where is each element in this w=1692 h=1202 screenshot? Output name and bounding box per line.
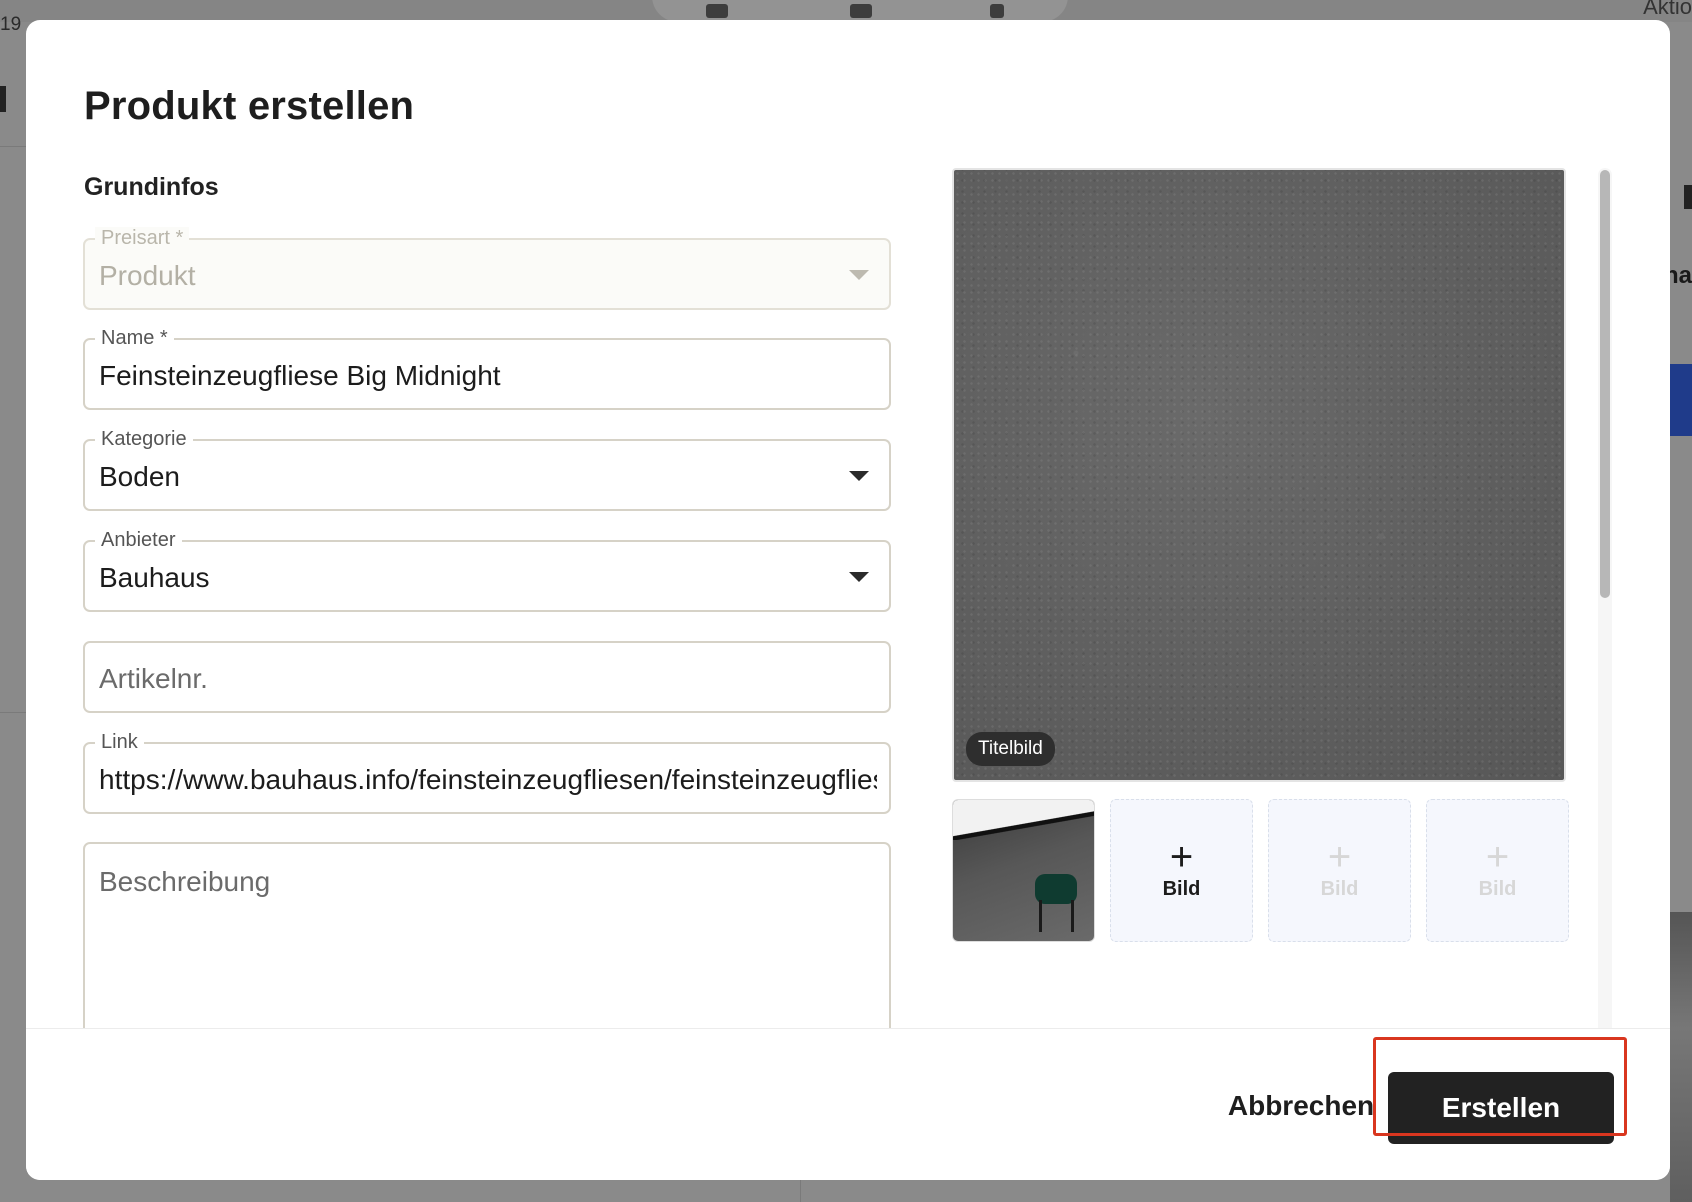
- thumbnail-chair-leg: [1039, 900, 1042, 932]
- cancel-button[interactable]: Abbrechen: [1206, 1069, 1396, 1143]
- description-placeholder: Beschreibung: [99, 866, 271, 897]
- background-right-photo: [1670, 912, 1692, 1202]
- category-label: Kategorie: [95, 428, 193, 450]
- title-image[interactable]: Titelbild: [952, 168, 1566, 782]
- chevron-down-icon[interactable]: [849, 471, 869, 481]
- chevron-down-icon[interactable]: [849, 572, 869, 582]
- background-right-blue-block: [1670, 364, 1692, 436]
- add-image-slot-disabled: + Bild: [1426, 799, 1569, 942]
- background-divider: [0, 146, 26, 147]
- background-right-text: Aktio: [1643, 0, 1692, 19]
- link-field[interactable]: Link https://www.bauhaus.info/feinsteinz…: [83, 731, 891, 814]
- vendor-select[interactable]: Anbieter Bauhaus: [83, 529, 891, 612]
- thumbnail-chair-leg: [1071, 900, 1074, 932]
- link-value[interactable]: https://www.bauhaus.info/feinsteinzeugfl…: [99, 764, 877, 796]
- background-left-mark: [0, 86, 6, 112]
- background-left-text: 19: [0, 14, 22, 35]
- thumbnail-shelf: [953, 800, 1094, 840]
- create-button-highlight: [1373, 1037, 1627, 1136]
- price-type-select: Preisart * Produkt: [83, 227, 891, 310]
- background-toolbar-icon: [706, 4, 728, 18]
- price-type-value: Produkt: [99, 260, 196, 291]
- add-image-label: Bild: [1478, 878, 1517, 900]
- article-number-field[interactable]: Artikelnr.: [83, 641, 891, 713]
- vendor-value: Bauhaus: [99, 562, 210, 593]
- article-number-placeholder: Artikelnr.: [99, 663, 208, 694]
- tile-texture: [954, 170, 1564, 780]
- name-label: Name *: [95, 327, 174, 349]
- vendor-label: Anbieter: [95, 529, 182, 551]
- plus-icon: +: [1485, 835, 1510, 879]
- add-image-button[interactable]: + Bild: [1110, 799, 1253, 942]
- price-type-label: Preisart *: [95, 227, 190, 249]
- scrollbar-thumb[interactable]: [1600, 170, 1610, 598]
- add-image-label: Bild: [1162, 878, 1201, 900]
- create-product-dialog: Produkt erstellen Grundinfos Preisart * …: [26, 20, 1670, 1180]
- add-image-label: Bild: [1320, 878, 1359, 900]
- background-right-mark: [1684, 185, 1692, 209]
- background-toolbar-icon: [990, 4, 1004, 18]
- add-image-slot-disabled: + Bild: [1268, 799, 1411, 942]
- section-title-basic-info: Grundinfos: [84, 173, 219, 201]
- plus-icon: +: [1327, 835, 1352, 879]
- name-value[interactable]: Feinsteinzeugfliese Big Midnight: [99, 360, 877, 392]
- dialog-title: Produkt erstellen: [84, 84, 415, 128]
- background-divider: [800, 1180, 801, 1202]
- background-toolbar-icon: [850, 4, 872, 18]
- name-field[interactable]: Name * Feinsteinzeugfliese Big Midnight: [83, 327, 891, 410]
- image-thumbnail[interactable]: [952, 799, 1095, 942]
- title-image-badge: Titelbild: [966, 732, 1055, 766]
- background-divider: [0, 712, 26, 713]
- chevron-down-icon: [849, 270, 869, 280]
- plus-icon: +: [1169, 835, 1194, 879]
- category-select[interactable]: Kategorie Boden: [83, 428, 891, 511]
- link-label: Link: [95, 731, 144, 753]
- category-value: Boden: [99, 461, 180, 492]
